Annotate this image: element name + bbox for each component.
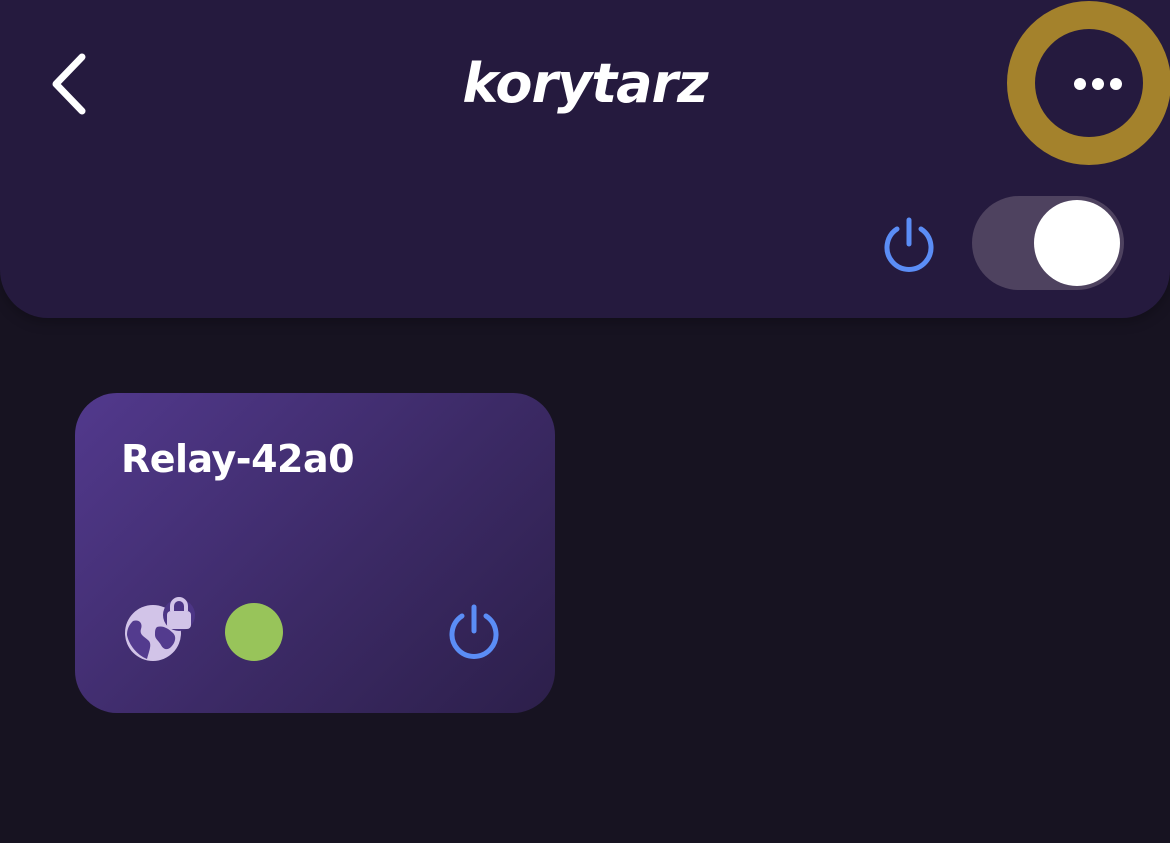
page-title: korytarz <box>462 52 708 115</box>
device-card[interactable]: Relay-42a0 <box>75 393 555 713</box>
chevron-left-icon <box>52 53 86 115</box>
device-name: Relay-42a0 <box>121 437 355 481</box>
more-options-button[interactable] <box>1058 64 1138 104</box>
more-horizontal-icon <box>1074 78 1122 90</box>
back-button[interactable] <box>36 46 100 122</box>
power-icon[interactable] <box>443 601 505 663</box>
online-status-dot <box>225 603 283 661</box>
group-power-toggle[interactable] <box>972 196 1124 290</box>
globe-lock-icon <box>125 597 195 661</box>
toggle-knob <box>1034 200 1120 286</box>
group-header: korytarz <box>0 0 1170 318</box>
power-icon <box>884 217 934 272</box>
